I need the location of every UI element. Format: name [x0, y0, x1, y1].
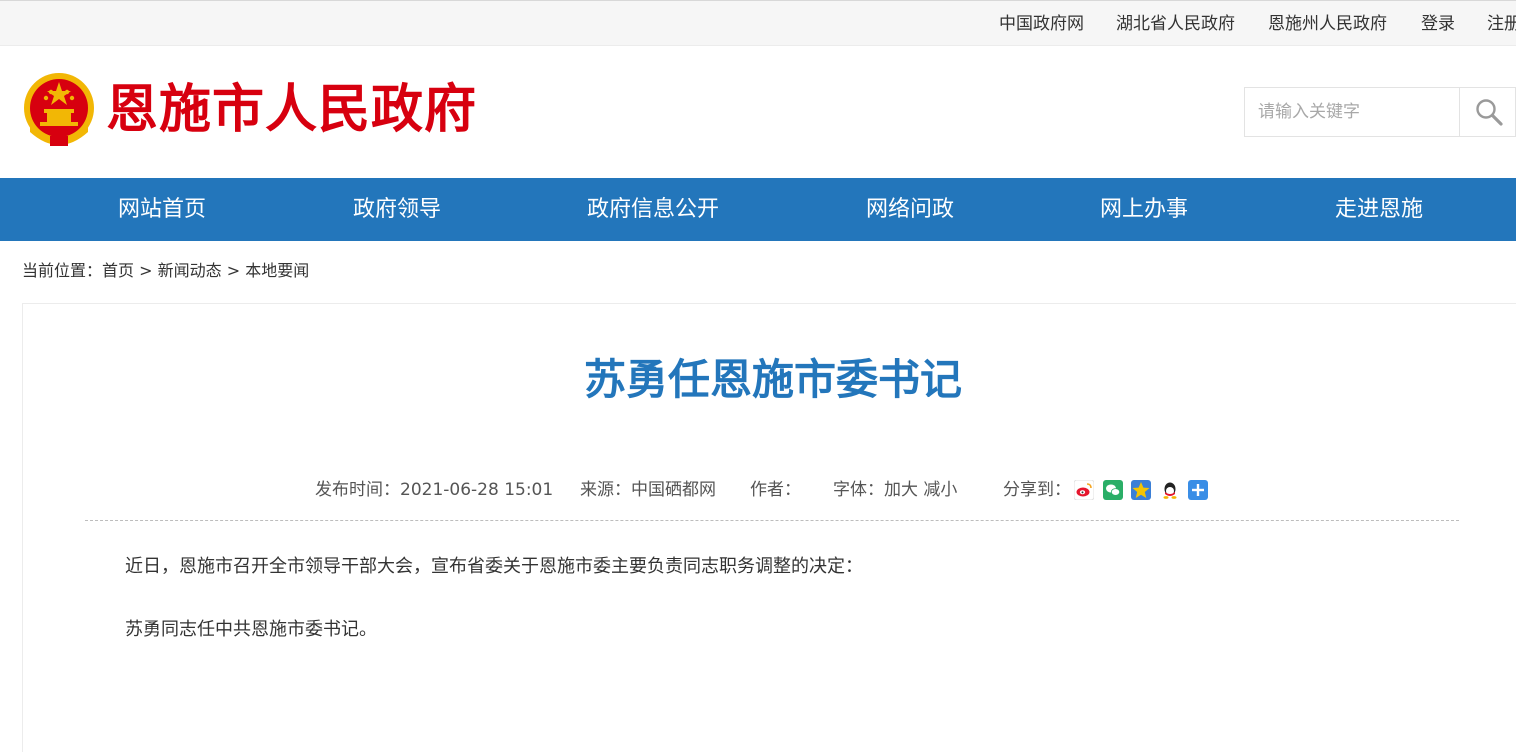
- search-icon: [1475, 99, 1503, 126]
- wechat-icon: [1103, 480, 1123, 500]
- share-weibo[interactable]: [1073, 479, 1095, 501]
- nav-info-disclosure[interactable]: 政府信息公开: [587, 178, 719, 241]
- source-value: 中国硒都网: [631, 480, 716, 500]
- link-china-gov[interactable]: 中国政府网: [999, 13, 1084, 35]
- article-panel: 苏勇任恩施市委书记 发布时间：2021-06-28 15:01 来源：中国硒都网…: [22, 303, 1516, 752]
- breadcrumb-label: 当前位置：: [22, 261, 103, 280]
- source-label: 来源：: [580, 480, 631, 500]
- nav-online-services[interactable]: 网上办事: [1100, 178, 1188, 241]
- font-smaller-button[interactable]: 减小: [923, 480, 957, 500]
- share-label: 分享到：: [1003, 480, 1071, 500]
- site-header: 恩施市人民政府: [0, 46, 1516, 178]
- nav-government-leaders[interactable]: 政府领导: [353, 178, 441, 241]
- login-link[interactable]: 登录: [1421, 13, 1455, 35]
- weibo-icon: [1073, 479, 1095, 501]
- font-label: 字体：: [833, 480, 884, 500]
- more-icon: [1188, 480, 1208, 500]
- publish-label: 发布时间：: [315, 480, 400, 500]
- font-size-control: 字体：加大 减小: [833, 478, 957, 502]
- top-utility-bar: 中国政府网 湖北省人民政府 恩施州人民政府 登录 注册: [0, 0, 1516, 46]
- main-nav: 网站首页 政府领导 政府信息公开 网络问政 网上办事 走进恩施: [0, 178, 1516, 241]
- share-more[interactable]: [1188, 480, 1208, 500]
- link-hubei-gov[interactable]: 湖北省人民政府: [1116, 13, 1235, 35]
- qzone-icon: [1131, 480, 1151, 500]
- article-paragraph: 苏勇同志任中共恩施市委书记。: [125, 619, 377, 640]
- national-emblem-icon[interactable]: [22, 72, 96, 148]
- register-link[interactable]: 注册: [1487, 13, 1516, 35]
- share-qq[interactable]: [1160, 480, 1180, 500]
- article-title: 苏勇任恩施市委书记: [583, 355, 962, 404]
- breadcrumb-local-news[interactable]: 本地要闻: [245, 261, 309, 280]
- publish-time-value: 2021-06-28 15:01: [400, 480, 554, 500]
- article-paragraph: 近日，恩施市召开全市领导干部大会，宣布省委关于恩施市委主要负责同志职务调整的决定…: [125, 556, 863, 577]
- author-label: 作者：: [750, 480, 801, 500]
- publish-time: 发布时间：2021-06-28 15:01: [315, 478, 553, 502]
- author: 作者：: [750, 478, 801, 502]
- qq-icon: [1160, 480, 1180, 500]
- breadcrumb: 当前位置：首页 > 新闻动态 > 本地要闻: [22, 260, 309, 282]
- article-divider: [85, 520, 1459, 521]
- breadcrumb-home[interactable]: 首页: [102, 261, 134, 280]
- search-input[interactable]: [1245, 88, 1459, 136]
- nav-home[interactable]: 网站首页: [118, 178, 206, 241]
- breadcrumb-separator: >: [221, 261, 246, 280]
- nav-online-inquiry[interactable]: 网络问政: [866, 178, 954, 241]
- breadcrumb-separator: >: [134, 261, 158, 280]
- font-larger-button[interactable]: 加大: [884, 480, 918, 500]
- share-wechat[interactable]: [1103, 480, 1123, 500]
- source: 来源：中国硒都网: [580, 478, 716, 502]
- search-box: [1244, 87, 1516, 137]
- breadcrumb-news[interactable]: 新闻动态: [158, 261, 222, 280]
- site-title[interactable]: 恩施市人民政府: [106, 80, 477, 140]
- nav-about-enshi[interactable]: 走进恩施: [1335, 178, 1423, 241]
- search-button[interactable]: [1459, 88, 1516, 136]
- link-enshi-prefecture-gov[interactable]: 恩施州人民政府: [1268, 13, 1387, 35]
- share-qzone[interactable]: [1131, 480, 1151, 500]
